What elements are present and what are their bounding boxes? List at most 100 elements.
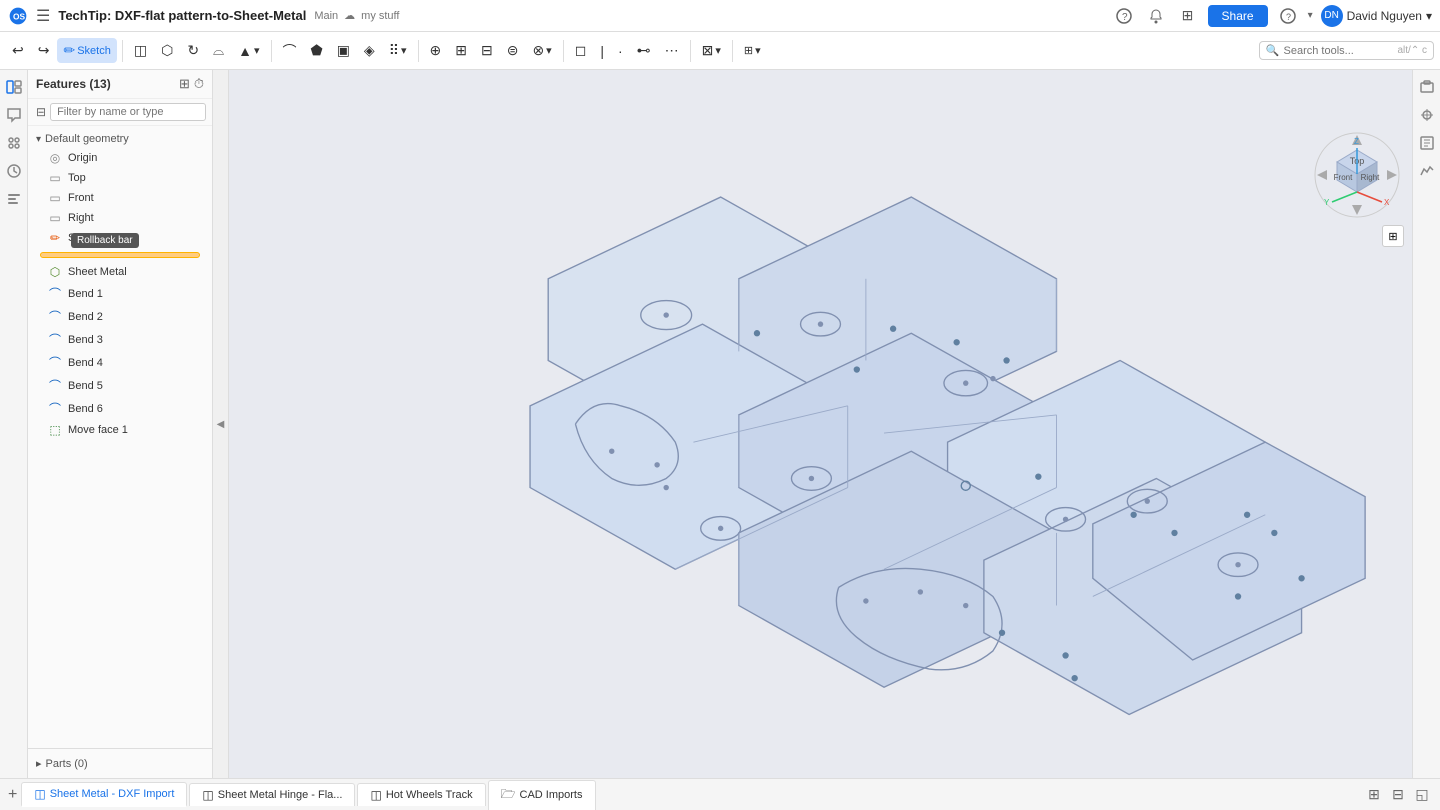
origin-label: Origin — [68, 152, 97, 164]
default-geometry-group[interactable]: ▾ Default geometry — [28, 130, 212, 148]
view-panel-icon[interactable]: ⊞ — [1382, 225, 1404, 247]
sidebar-history-icon[interactable] — [3, 160, 25, 182]
sm-chevron: ▾ — [715, 44, 721, 57]
tab-action-window[interactable]: ◱ — [1412, 785, 1432, 805]
toolbar-draft[interactable]: ◈ — [358, 38, 381, 63]
tab3-icon: ◫ — [370, 788, 381, 802]
mate-icon: ⊜ — [507, 42, 519, 59]
toolbar-redo[interactable]: ↪ — [32, 38, 56, 63]
toolbar-view-controls[interactable]: ⊞▾ — [738, 40, 767, 61]
tab-sheet-metal-dxf[interactable]: ◫ Sheet Metal - DXF Import — [21, 782, 187, 807]
notifications-button[interactable] — [1144, 4, 1168, 28]
rs-assembly-icon[interactable] — [1416, 104, 1438, 126]
toolbar-split[interactable]: ⊞ — [449, 38, 473, 63]
tab-action-grid[interactable]: ⊞ — [1364, 785, 1384, 805]
tree-item-bend1[interactable]: ⌒ Bend 1 — [28, 282, 212, 305]
toolbar-shell[interactable]: ▣ — [331, 38, 356, 63]
toolbar-axis[interactable]: | — [594, 39, 610, 63]
tree-item-bend5[interactable]: ⌒ Bend 5 — [28, 374, 212, 397]
toolbar-chamfer[interactable]: ⬟ — [305, 38, 329, 63]
sheetmetal-label: Sheet Metal — [68, 266, 127, 278]
tab-cad-imports[interactable]: 🗁 CAD Imports — [488, 780, 596, 810]
view-icon: ⊞ — [744, 44, 753, 57]
toolbar-pattern[interactable]: ⠿▾ — [383, 38, 413, 63]
tree-item-front[interactable]: ▭ Front — [28, 188, 212, 208]
tree-item-moveface1[interactable]: ⬚ Move face 1 — [28, 420, 212, 440]
share-button[interactable]: Share — [1208, 5, 1268, 27]
search-input[interactable] — [1284, 45, 1394, 57]
feature-panel: Features (13) ⊞ ⏱ ⊟ ▾ Default geometry ◎… — [28, 70, 213, 778]
toolbar-undo[interactable]: ↩ — [6, 38, 30, 63]
toolbar-more[interactable]: ⋯ — [659, 38, 685, 63]
svg-text:?: ? — [1286, 12, 1291, 22]
toolbar-point[interactable]: · — [612, 39, 629, 63]
view-controls-bottom[interactable]: ⊞ — [1382, 225, 1404, 247]
rollback-bar[interactable]: Rollback bar — [40, 252, 200, 258]
toolbar-separator-6 — [732, 40, 733, 62]
svg-text:X: X — [1384, 198, 1390, 207]
tree-item-top[interactable]: ▭ Top — [28, 168, 212, 188]
sheetmetal-icon: ⊠ — [702, 42, 714, 59]
rs-simulation-icon[interactable] — [1416, 160, 1438, 182]
toolbar-extrude[interactable]: ⬡ — [155, 38, 179, 63]
help-chevron[interactable]: ▾ — [1308, 10, 1313, 21]
fillet-icon: ⌒ — [283, 41, 297, 61]
toolbar-fillet[interactable]: ⌒ — [277, 37, 303, 65]
rollback-bar-container[interactable]: Rollback bar — [34, 252, 206, 258]
panel-toggle[interactable]: ◀ — [213, 70, 229, 778]
toolbar-transform[interactable]: ⊗▾ — [526, 38, 557, 63]
undo-icon: ↩ — [12, 42, 24, 59]
feature-panel-header: Features (13) ⊞ ⏱ — [28, 70, 212, 99]
sidebar-comment-icon[interactable] — [3, 104, 25, 126]
mystuff-link[interactable]: my stuff — [361, 10, 399, 22]
toolbar-sweep[interactable]: ⌓ — [207, 38, 230, 63]
search-tools[interactable]: 🔍 alt/⌃ c — [1259, 41, 1434, 60]
rs-parts-icon[interactable] — [1416, 76, 1438, 98]
tree-item-right[interactable]: ▭ Right — [28, 208, 212, 228]
help-button[interactable]: ? — [1112, 4, 1136, 28]
moveface-icon: ⬚ — [48, 423, 62, 437]
feature-filter-input[interactable] — [50, 103, 206, 121]
sidebar-properties-icon[interactable] — [3, 188, 25, 210]
tree-item-bend6[interactable]: ⌒ Bend 6 — [28, 397, 212, 420]
toolbar-new-part[interactable]: ◫ — [128, 38, 153, 63]
moveface1-label: Move face 1 — [68, 424, 128, 436]
help-circle-button[interactable]: ? — [1276, 4, 1300, 28]
toolbar-loft[interactable]: ▲▾ — [232, 39, 265, 63]
sidebar-apps-icon[interactable] — [3, 132, 25, 154]
toolbar-boolean[interactable]: ⊕ — [424, 38, 448, 63]
tab-action-list[interactable]: ⊟ — [1388, 785, 1408, 805]
hamburger-menu[interactable]: ☰ — [36, 6, 50, 26]
tab4-icon: 🗁 — [501, 785, 516, 806]
filter-icon: ⊟ — [36, 105, 46, 119]
view-cube[interactable]: Top Front Right X Y Z — [1312, 130, 1402, 220]
toolbar-measure[interactable]: ⊷ — [631, 38, 657, 63]
feature-expand-icon[interactable]: ⊞ — [179, 76, 190, 92]
viewport[interactable]: Top Front Right X Y Z ⊞ — [229, 70, 1412, 778]
toolbar-sheetmetal[interactable]: ⊠▾ — [696, 38, 727, 63]
user-menu[interactable]: DN David Nguyen ▾ — [1321, 5, 1432, 27]
right-label: Right — [68, 212, 94, 224]
tab-hot-wheels[interactable]: ◫ Hot Wheels Track — [357, 783, 485, 806]
tab3-label: Hot Wheels Track — [386, 789, 473, 801]
toolbar-mate[interactable]: ⊜ — [501, 38, 525, 63]
tree-item-origin[interactable]: ◎ Origin — [28, 148, 212, 168]
toolbar-mirror[interactable]: ⊟ — [475, 38, 499, 63]
feature-timer-icon[interactable]: ⏱ — [194, 76, 204, 92]
toolbar-revolve[interactable]: ↻ — [181, 38, 205, 63]
bend3-icon: ⌒ — [48, 331, 62, 348]
tree-item-sheetmetal[interactable]: ⬡ Sheet Metal — [28, 262, 212, 282]
tree-item-bend2[interactable]: ⌒ Bend 2 — [28, 305, 212, 328]
svg-text:Front: Front — [1334, 173, 1353, 182]
tree-item-bend3[interactable]: ⌒ Bend 3 — [28, 328, 212, 351]
toolbar-sketch[interactable]: ✏ Sketch — [57, 38, 116, 63]
apps-button[interactable]: ⊞ — [1176, 4, 1200, 28]
tree-item-bend4[interactable]: ⌒ Bend 4 — [28, 351, 212, 374]
sidebar-features-icon[interactable] — [3, 76, 25, 98]
parts-header[interactable]: ▸ Parts (0) — [28, 753, 212, 774]
tab2-label: Sheet Metal Hinge - Fla... — [218, 789, 343, 801]
rs-drawing-icon[interactable] — [1416, 132, 1438, 154]
toolbar-plane[interactable]: ◻ — [569, 38, 593, 63]
tab-add-button[interactable]: + — [8, 786, 17, 804]
tab-sheet-metal-hinge[interactable]: ◫ Sheet Metal Hinge - Fla... — [189, 783, 355, 806]
